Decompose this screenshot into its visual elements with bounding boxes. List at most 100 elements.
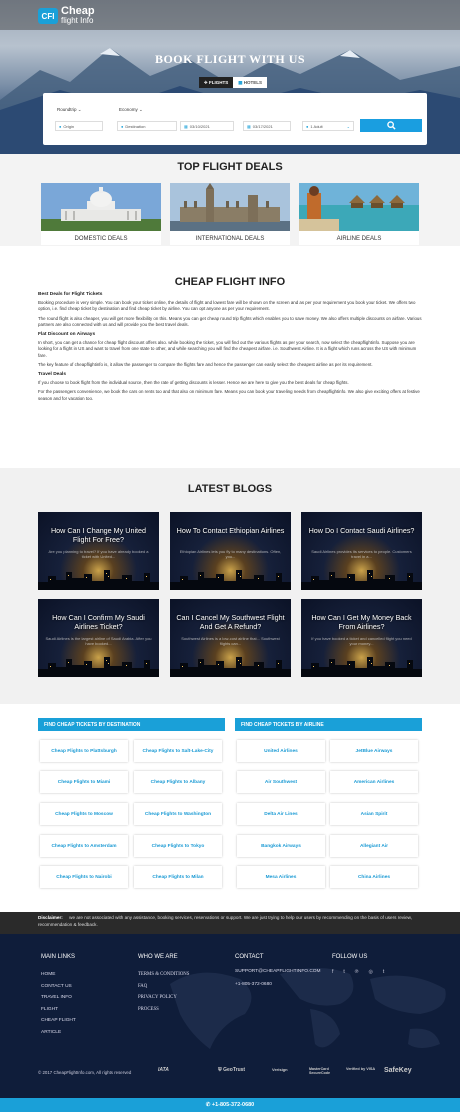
footer-link-flight[interactable]: FLIGHT [41,1004,76,1016]
footer-link-travel-info[interactable]: TRAVEL INFO [41,992,76,1004]
deal-card-airline[interactable]: AIRLINE DEALS [299,183,419,245]
trip-type-value: Roundtrip [57,107,77,112]
search-tabs: ✈ FLIGHTS ▦ HOTELS [199,77,268,88]
find-tickets-section: FIND CHEAP TICKETS BY DESTINATION FIND C… [0,704,460,912]
site-logo[interactable]: CFI Cheap flight Info [38,5,95,25]
airline-link[interactable]: Bangkok Airways [237,835,325,857]
info-paragraph: In short, you can get a chance for cheap… [38,340,417,358]
cabin-class-select[interactable]: Economy ⌄ [119,107,143,113]
city-skyline-image [301,570,422,590]
tab-hotels[interactable]: ▦ HOTELS [233,77,268,88]
destination-link[interactable]: Cheap Flights to Washington [134,803,222,825]
airline-link[interactable]: Asian Spirit [330,803,418,825]
facebook-icon[interactable]: f [332,969,333,975]
airline-heading: FIND CHEAP TICKETS BY AIRLINE [235,718,422,731]
blog-card[interactable]: Saudi Airlines is the largest airline of… [38,599,159,677]
airline-link[interactable]: Air Southwest [237,771,325,793]
who-title: WHO WE ARE [138,954,178,960]
geotrust-logo: ⛨ GeoTrust [218,1067,245,1073]
info-paragraph: If you choose to book flight from the in… [38,380,349,386]
info-heading-2: Flat Discount on Airways [38,332,96,338]
deals-title: TOP FLIGHT DEALS [177,161,283,173]
destination-heading: FIND CHEAP TICKETS BY DESTINATION [38,718,225,731]
destination-link[interactable]: Cheap Flights to Plattsburgh [40,740,128,762]
tab-flights-label: FLIGHTS [209,80,229,85]
blog-title[interactable]: How Do I Contact Saudi Airlines? [307,526,416,535]
destination-link[interactable]: Cheap Flights to Miami [40,771,128,793]
city-skyline-image [170,570,291,590]
footer-link-home[interactable]: HOME [41,969,76,981]
footer-link-process[interactable]: PROCESS [138,1004,189,1016]
search-button[interactable] [360,119,422,132]
airline-link[interactable]: Mesa Airlines [237,866,325,888]
page: CFI Cheap flight Info BOOK FLIGHT WITH U… [0,0,460,1112]
calendar-icon: ▦ [247,123,251,129]
blog-title[interactable]: How Can I Get My Money Back From Airline… [307,613,416,631]
blog-card[interactable]: Southwest Airlines is a low-cost airline… [170,599,291,677]
airline-link[interactable]: China Airlines [330,866,418,888]
destination-field[interactable]: ● Destination [117,121,177,131]
city-skyline-image [170,657,291,677]
logo-text-sub: flight Info [61,16,94,25]
tumblr-icon[interactable]: t [383,969,384,975]
chevron-down-icon: ⌄ [77,107,82,112]
instagram-icon[interactable]: ◎ [368,969,372,975]
destination-link[interactable]: Cheap Flights to Salt-Lake-City [134,740,222,762]
trip-type-select[interactable]: Roundtrip ⌄ [57,107,82,113]
mastercard-logo: MasterCard SecureCode [309,1067,339,1075]
verisign-logo-text: Verisign [272,1067,288,1072]
blog-title[interactable]: How To Contact Ethiopian Airlines [176,526,285,535]
tab-flights[interactable]: ✈ FLIGHTS [199,77,234,88]
logo-text-main: Cheap [61,5,95,17]
destination-link[interactable]: Cheap Flights to Moscow [40,803,128,825]
deal-label-domestic: DOMESTIC DEALS [74,236,128,242]
depart-date-field[interactable]: ▦ 03/10/2021 [180,121,234,131]
blog-card[interactable]: If you have booked a ticket and cancelle… [301,599,422,677]
latest-blogs-section: LATEST BLOGS Are you planning to travel?… [0,468,460,704]
visa-logo: Verified by VISA [346,1067,376,1072]
footer-link-privacy[interactable]: PRIVACY POLICY [138,992,189,1004]
destination-link[interactable]: Cheap Flights to Amsterdam [40,835,128,857]
deal-label-international: INTERNATIONAL DEALS [195,236,265,242]
blog-card[interactable]: Ethiopian Airlines lets you fly to many … [170,512,291,590]
destination-link[interactable]: Cheap Flights to Milan [134,866,222,888]
chevron-down-icon: ⌄ [346,123,350,129]
hero-banner: CFI Cheap flight Info BOOK FLIGHT WITH U… [0,0,460,154]
destination-link[interactable]: Cheap Flights to Nairobi [40,866,128,888]
destination-link[interactable]: Cheap Flights to Tokyo [134,835,222,857]
deal-card-international[interactable]: INTERNATIONAL DEALS [170,183,290,245]
flight-search-form: Roundtrip ⌄ Economy ⌄ ● Origin ● Destinati… [43,93,427,145]
pinterest-icon[interactable]: ℗ [355,969,359,975]
airline-link[interactable]: American Airlines [330,771,418,793]
blog-title[interactable]: Can I Cancel My Southwest Flight And Get… [176,613,285,631]
footer-link-terms[interactable]: TERMS & CONDITIONS [138,969,189,981]
contact-email[interactable]: SUPPORT@CHEAPFLIGHTINFO.COM [235,969,321,976]
passengers-select[interactable]: ● 1 Adult ⌄ [302,121,354,131]
airline-link[interactable]: United Airlines [237,740,325,762]
blog-excerpt: Saudi Airlines provides its services to … [311,549,412,560]
deal-card-domestic[interactable]: DOMESTIC DEALS [41,183,161,245]
twitter-icon[interactable]: t [343,969,344,975]
airline-link[interactable]: Allegiant Air [330,835,418,857]
return-date-field[interactable]: ▦ 03/17/2021 [243,121,291,131]
disclaimer-bar: Disclaimer: we are not associated with a… [0,912,460,934]
blog-card[interactable]: Saudi Airlines provides its services to … [301,512,422,590]
origin-field[interactable]: ● Origin [55,121,103,131]
footer-link-faq[interactable]: FAQ [138,981,189,993]
contact-phone[interactable]: +1-805-372-0680 [235,979,321,991]
footer-link-cheap-flight[interactable]: CHEAP FLIGHT [41,1015,76,1027]
airline-link[interactable]: JetBlue Airways [330,740,418,762]
blog-card[interactable]: Are you planning to travel? If you have … [38,512,159,590]
verisign-logo: Verisign [272,1067,288,1072]
blogs-title: LATEST BLOGS [187,483,273,495]
blog-title[interactable]: How Can I Confirm My Saudi Airlines Tick… [44,613,153,631]
footer-link-article[interactable]: ARTICLE [41,1027,76,1039]
phone-call-bar[interactable]: ✆ +1-805-372-0680 [0,1098,460,1112]
capitol-image [41,183,161,231]
footer-link-contact[interactable]: CONTACT US [41,981,76,993]
airline-link[interactable]: Delta Air Lines [237,803,325,825]
destination-link[interactable]: Cheap Flights to Albany [134,771,222,793]
blog-title[interactable]: How Can I Change My United Flight For Fr… [44,526,153,544]
disclaimer-label: Disclaimer: [38,915,63,920]
geotrust-logo-text: GeoTrust [223,1067,246,1073]
